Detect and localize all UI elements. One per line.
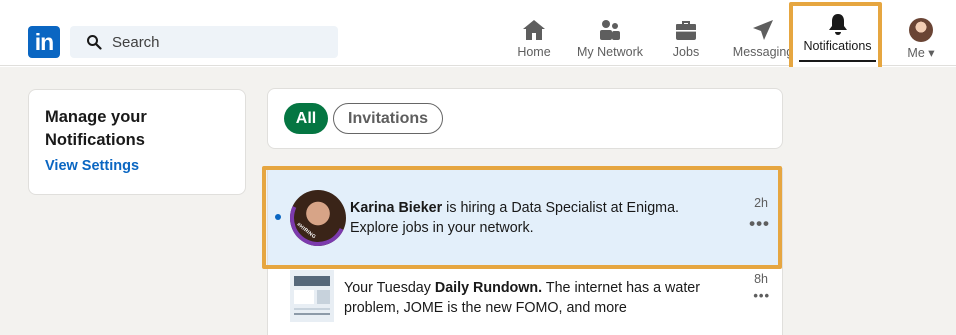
search-input[interactable]: Search [70,26,338,58]
bell-icon [828,14,847,35]
nav-me-label: Me ▾ [907,46,935,60]
nav-home[interactable]: Home [512,18,556,66]
nav-messaging-label: Messaging [733,45,793,59]
avatar-icon [909,18,933,42]
chevron-down-icon: ▾ [928,46,935,60]
manage-title: Manage your Notifications [45,108,147,149]
nav-notifications[interactable]: Notifications [799,12,876,62]
nav-home-label: Home [517,45,551,59]
filter-invitations-pill[interactable]: Invitations [333,103,444,134]
send-icon [753,20,773,40]
nav-jobs[interactable]: Jobs [667,18,705,66]
more-options-button[interactable]: ••• [753,288,770,303]
notifications-highlight-box: Notifications [789,2,882,72]
search-placeholder: Search [112,33,160,51]
newsletter-icon [290,270,334,322]
notification-item[interactable]: Your Tuesday Daily Rundown. The internet… [268,266,782,335]
people-icon [600,20,620,40]
notification-highlight-box [262,166,782,269]
nav-my-network-label: My Network [577,45,643,59]
nav-me[interactable]: Me ▾ [906,18,936,66]
nav-notifications-label: Notifications [803,39,872,53]
nav-jobs-label: Jobs [672,45,700,59]
nav-my-network[interactable]: My Network [576,18,644,66]
notification-time: 8h [754,272,768,286]
view-settings-link[interactable]: View Settings [45,158,139,174]
filter-all-pill[interactable]: All [284,103,328,134]
briefcase-icon [676,21,696,40]
manage-notifications-card: Manage your Notifications View Settings [28,89,246,195]
nav-messaging[interactable]: Messaging [733,18,793,66]
search-icon [87,35,102,50]
filter-card: All Invitations [267,88,783,149]
notification-text: Your Tuesday Daily Rundown. The internet… [344,280,701,316]
home-icon [523,20,545,40]
linkedin-logo[interactable]: in [28,26,60,58]
